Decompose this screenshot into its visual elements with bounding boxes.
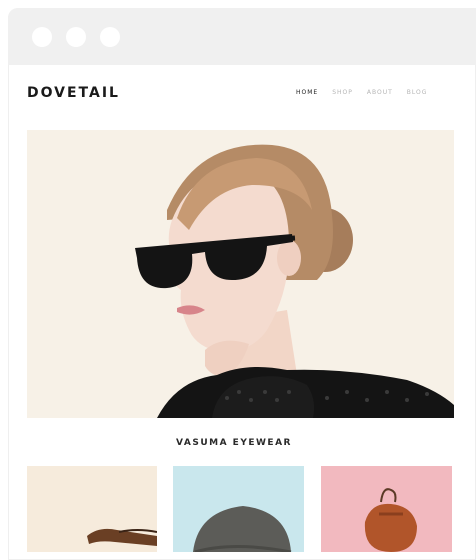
hero-image[interactable]: [27, 130, 454, 418]
nav-item-about[interactable]: ABOUT: [367, 89, 393, 96]
nav-item-shop[interactable]: SHOP: [332, 89, 353, 96]
window-titlebar: [8, 8, 476, 65]
window-close-button[interactable]: [32, 27, 52, 47]
window-zoom-button[interactable]: [100, 27, 120, 47]
sunglasses-icon: [87, 528, 157, 546]
brand-logo[interactable]: DOVETAIL: [27, 85, 120, 101]
bag-icon: [364, 488, 417, 552]
window-minimize-button[interactable]: [66, 27, 86, 47]
hero-illustration: [27, 130, 454, 418]
product-card-bag[interactable]: [321, 466, 452, 552]
main-nav: HOME SHOP ABOUT BLOG: [296, 89, 441, 96]
product-card-hat[interactable]: [173, 466, 304, 552]
nav-item-blog[interactable]: BLOG: [407, 89, 428, 96]
section-title: VASUMA EYEWEAR: [176, 438, 292, 448]
hat-icon: [193, 506, 292, 552]
product-card-sunglasses[interactable]: [27, 466, 157, 552]
nav-item-home[interactable]: HOME: [296, 89, 318, 96]
